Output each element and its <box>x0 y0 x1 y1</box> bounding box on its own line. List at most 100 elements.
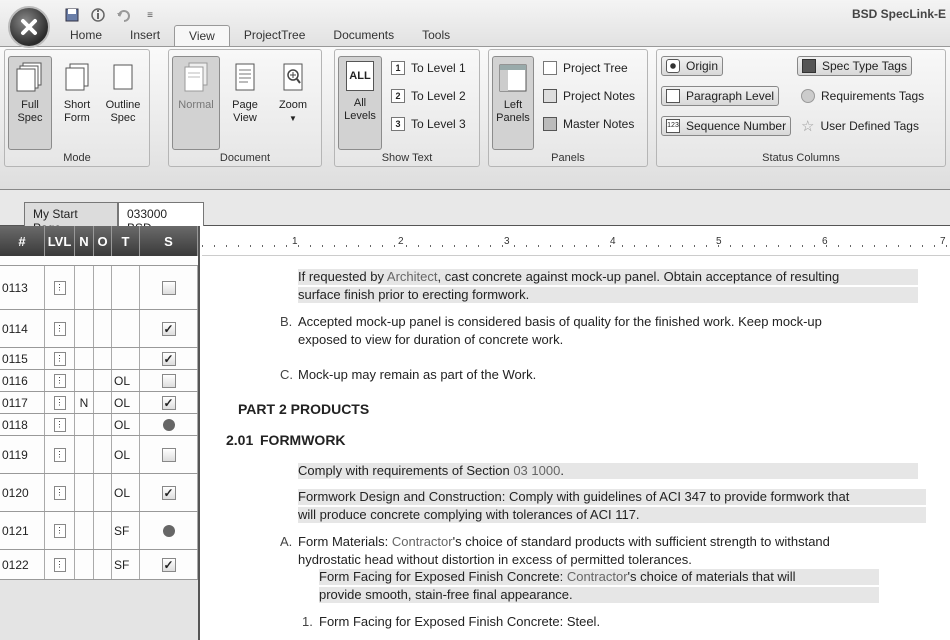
tab-view[interactable]: View <box>174 25 230 47</box>
column-header-n[interactable]: N <box>75 226 94 256</box>
status-checkbox[interactable]: ✓ <box>161 321 176 336</box>
master-notes-button[interactable]: Master Notes <box>539 114 638 134</box>
paragraph-0115[interactable]: Mock-up may remain as part of the Work. <box>298 367 918 383</box>
architect-link[interactable]: Architect <box>387 269 438 284</box>
dropdown-icon[interactable]: ≡ <box>140 6 160 24</box>
status-checkbox[interactable] <box>161 280 176 295</box>
column-header-t[interactable]: T <box>112 226 140 256</box>
to-level-1-button[interactable]: 1 To Level 1 <box>387 58 470 78</box>
document-pages-icon <box>184 62 208 92</box>
requirements-tags-button[interactable]: Requirements Tags <box>797 86 928 106</box>
status-checkbox[interactable]: ✓ <box>161 351 176 366</box>
tab-home[interactable]: Home <box>56 25 116 47</box>
table-row[interactable]: 0119 ⋮ OL <box>0 436 198 474</box>
tab-033000-bsd[interactable]: 033000 BSD <box>118 202 204 235</box>
full-spec-button[interactable]: Full Spec <box>8 56 52 150</box>
level-icon: ⋮ <box>53 523 66 538</box>
row-level: ⋮ <box>45 550 75 579</box>
spec-type-tags-icon <box>802 59 816 73</box>
paragraph-0118[interactable]: Comply with requirements of Section 03 1… <box>298 463 918 479</box>
status-checkbox[interactable]: ✓ <box>161 485 176 500</box>
column-header-o[interactable]: O <box>94 226 112 256</box>
project-notes-button[interactable]: Project Notes <box>539 86 639 106</box>
paragraph-label-c: C. <box>280 367 293 382</box>
paragraph-0113-line2[interactable]: surface finish prior to erecting formwor… <box>298 287 918 303</box>
sequence-number-icon: 123 <box>666 119 680 133</box>
outline-spec-button[interactable]: Outline Spec <box>101 56 145 125</box>
origin-button[interactable]: Origin <box>661 56 724 76</box>
all-levels-button[interactable]: ALL All Levels <box>338 56 382 150</box>
paragraph-0114-line1[interactable]: Accepted mock-up panel is considered bas… <box>298 314 918 330</box>
row-note <box>75 348 94 369</box>
tab-insert[interactable]: Insert <box>116 25 174 47</box>
page-view-button[interactable]: Page View <box>223 56 267 125</box>
row-type: SF <box>112 512 140 549</box>
table-row[interactable]: 0121 ⋮ SF <box>0 512 198 550</box>
row-note <box>75 436 94 473</box>
table-row[interactable]: 0113 ⋮ <box>0 266 198 310</box>
level-icon: ⋮ <box>53 417 66 432</box>
row-number: 0115 <box>0 348 45 369</box>
to-level-3-button[interactable]: 3 To Level 3 <box>387 114 470 134</box>
part-2-heading[interactable]: PART 2 PRODUCTS <box>238 401 369 417</box>
document-tabs: My Start Page 033000 BSD <box>0 190 950 235</box>
table-row[interactable]: 0114 ⋮ ✓ <box>0 310 198 348</box>
save-icon[interactable] <box>62 6 82 24</box>
row-type: OL <box>112 436 140 473</box>
close-icon <box>21 19 37 35</box>
application-menu-button[interactable] <box>8 6 50 48</box>
contractor-link[interactable]: Contractor <box>392 534 453 549</box>
table-row[interactable]: 0116 ⋮ OL <box>0 370 198 392</box>
row-origin <box>94 348 112 369</box>
paragraph-0121-line2[interactable]: provide smooth, stain-free final appeara… <box>319 587 879 603</box>
status-checkbox[interactable]: ✓ <box>161 395 176 410</box>
column-header-s[interactable]: S <box>140 226 198 256</box>
user-defined-tags-button[interactable]: ☆ User Defined Tags <box>797 116 923 136</box>
table-row[interactable]: 0122 ⋮ SF ✓ <box>0 550 198 580</box>
table-row[interactable]: 0115 ⋮ ✓ <box>0 348 198 370</box>
paragraph-level-button[interactable]: Paragraph Level <box>661 86 780 106</box>
short-form-button[interactable]: Short Form <box>55 56 99 125</box>
formwork-heading[interactable]: FORMWORK <box>260 432 346 448</box>
left-panels-button[interactable]: Left Panels <box>492 56 534 150</box>
info-icon[interactable] <box>88 6 108 24</box>
row-origin <box>94 370 112 391</box>
row-type: OL <box>112 370 140 391</box>
paragraph-0119-line2[interactable]: will produce concrete complying with tol… <box>298 507 926 523</box>
status-checkbox[interactable] <box>161 447 176 462</box>
undo-icon[interactable] <box>114 6 134 24</box>
grid-rows: 0113 ⋮ 0114 ⋮ ✓ 0115 ⋮ ✓ 0116 ⋮ OL 0117 ⋮ N OL ✓ 0118 ⋮ OL… <box>0 266 198 580</box>
row-level: ⋮ <box>45 474 75 511</box>
project-tree-button[interactable]: Project Tree <box>539 58 632 78</box>
status-checkbox[interactable]: ✓ <box>161 557 176 572</box>
status-grid: # LVL N O T S 0113 ⋮ 0114 ⋮ ✓ 0115 ⋮ ✓ 0116 ⋮ OL 01… <box>0 226 200 640</box>
tab-my-start-page[interactable]: My Start Page <box>24 202 118 235</box>
tab-tools[interactable]: Tools <box>408 25 464 47</box>
table-row[interactable]: 0120 ⋮ OL ✓ <box>0 474 198 512</box>
contractor-link-2[interactable]: Contractor <box>567 569 628 584</box>
section-link[interactable]: 03 1000 <box>513 463 560 478</box>
tab-projecttree[interactable]: ProjectTree <box>230 25 320 47</box>
document-editor[interactable]: If requested by Architect, cast concrete… <box>202 256 950 640</box>
sequence-number-button[interactable]: 123 Sequence Number <box>661 116 792 136</box>
normal-view-button[interactable]: Normal <box>172 56 220 150</box>
table-row[interactable]: 0118 ⋮ OL <box>0 414 198 436</box>
zoom-icon <box>283 63 303 91</box>
paragraph-0122[interactable]: Form Facing for Exposed Finish Concrete:… <box>319 614 879 630</box>
zoom-button[interactable]: Zoom ▼ <box>271 56 315 125</box>
tab-documents[interactable]: Documents <box>319 25 408 47</box>
paragraph-0120-line1[interactable]: Form Materials: Contractor's choice of s… <box>298 534 938 550</box>
column-header-number[interactable]: # <box>0 226 45 256</box>
paragraph-0121-line1[interactable]: Form Facing for Exposed Finish Concrete:… <box>319 569 879 585</box>
status-checkbox[interactable] <box>161 373 176 388</box>
to-level-2-button[interactable]: 2 To Level 2 <box>387 86 470 106</box>
column-header-lvl[interactable]: LVL <box>45 226 75 256</box>
table-row[interactable]: 0117 ⋮ N OL ✓ <box>0 392 198 414</box>
paragraph-0114-line2[interactable]: exposed to view for duration of concrete… <box>298 332 918 348</box>
paragraph-0113-line1[interactable]: If requested by Architect, cast concrete… <box>298 269 918 285</box>
paragraph-0119-line1[interactable]: Formwork Design and Construction: Comply… <box>298 489 926 505</box>
paragraph-0120-line2[interactable]: hydrostatic head without distortion in e… <box>298 552 938 568</box>
level-2-icon: 2 <box>391 89 405 103</box>
spec-type-tags-button[interactable]: Spec Type Tags <box>797 56 912 76</box>
row-number: 0120 <box>0 474 45 511</box>
